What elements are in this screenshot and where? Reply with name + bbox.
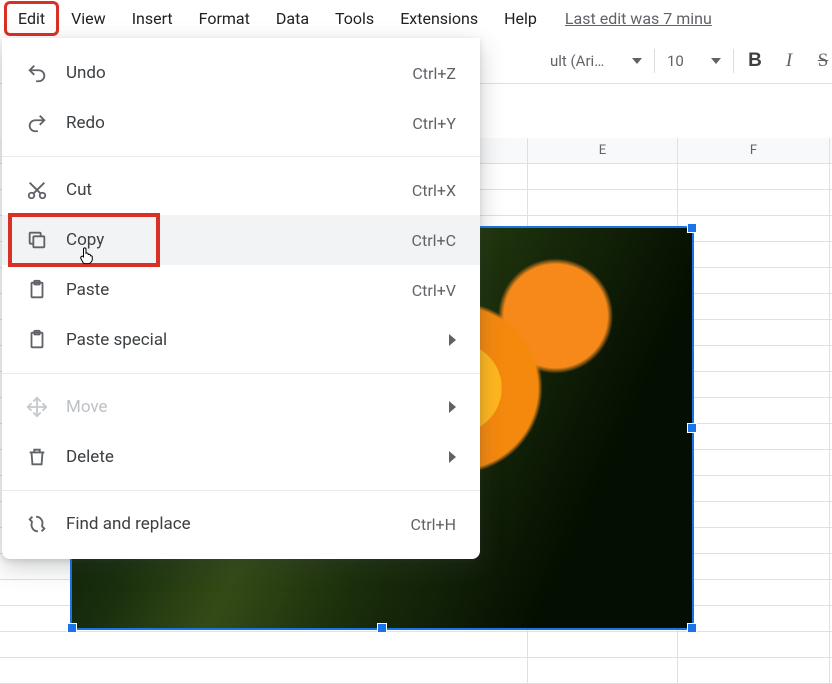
column-header-f[interactable]: F [678,138,830,163]
menu-item-cut[interactable]: Cut Ctrl+X [2,165,480,215]
menu-item-copy[interactable]: Copy Ctrl+C [2,215,480,265]
undo-icon [24,60,50,86]
menu-item-label: Paste special [66,330,441,350]
font-family-label: ult (Ari… [550,52,604,70]
menu-item-move: Move [2,382,480,432]
menu-insert[interactable]: Insert [120,3,185,34]
last-edit-link[interactable]: Last edit was 7 minu [565,9,712,28]
caret-down-icon [632,58,642,64]
move-icon [24,394,50,420]
menu-item-shortcut: Ctrl+Z [412,64,456,83]
edit-menu-dropdown: Undo Ctrl+Z Redo Ctrl+Y Cut Ctrl+X Copy … [2,38,480,559]
font-family-select[interactable]: ult (Ari… [542,48,650,74]
bold-button[interactable]: B [738,44,772,78]
resize-handle-bl[interactable] [67,623,77,633]
menu-separator [2,490,480,491]
menu-format[interactable]: Format [187,3,262,34]
menu-item-label: Move [66,397,441,417]
menu-item-label: Paste [66,280,412,300]
redo-icon [24,110,50,136]
menu-item-undo[interactable]: Undo Ctrl+Z [2,48,480,98]
toolbar-separator [733,49,734,73]
column-header-e[interactable]: E [528,138,678,163]
menu-help[interactable]: Help [492,3,549,34]
menu-item-shortcut: Ctrl+Y [412,114,456,133]
submenu-arrow-icon [449,401,456,413]
italic-button[interactable]: I [772,44,806,78]
paste-icon [24,277,50,303]
menu-item-paste-special[interactable]: Paste special [2,315,480,365]
menu-item-paste[interactable]: Paste Ctrl+V [2,265,480,315]
font-size-value: 10 [667,52,684,70]
menu-view[interactable]: View [59,3,118,34]
toolbar-separator [654,49,655,73]
menubar: Edit View Insert Format Data Tools Exten… [0,0,832,38]
delete-icon [24,444,50,470]
menu-item-shortcut: Ctrl+C [412,231,456,250]
font-size-select[interactable]: 10 [659,48,729,74]
find-replace-icon [24,511,50,537]
menu-item-shortcut: Ctrl+X [412,181,456,200]
cut-icon [24,177,50,203]
menu-item-delete[interactable]: Delete [2,432,480,482]
menu-separator [2,156,480,157]
resize-handle-mr[interactable] [687,423,697,433]
menu-item-label: Cut [66,180,412,200]
menu-item-label: Find and replace [66,514,411,534]
menu-item-redo[interactable]: Redo Ctrl+Y [2,98,480,148]
submenu-arrow-icon [449,334,456,346]
submenu-arrow-icon [449,451,456,463]
menu-item-label: Undo [66,63,412,83]
menu-extensions[interactable]: Extensions [388,3,490,34]
menu-item-shortcut: Ctrl+V [412,281,456,300]
strikethrough-button[interactable]: S [806,44,832,78]
menu-item-label: Redo [66,113,412,133]
paste-special-icon [24,327,50,353]
menu-separator [2,373,480,374]
menu-item-find-replace[interactable]: Find and replace Ctrl+H [2,499,480,549]
menu-item-label: Copy [66,230,412,250]
menu-data[interactable]: Data [264,3,321,34]
resize-handle-bm[interactable] [377,623,387,633]
copy-icon [24,227,50,253]
menu-tools[interactable]: Tools [323,3,386,34]
menu-item-shortcut: Ctrl+H [411,515,456,534]
caret-down-icon [711,58,721,64]
resize-handle-br[interactable] [687,623,697,633]
menu-edit[interactable]: Edit [6,3,57,34]
resize-handle-tr[interactable] [687,223,697,233]
menu-item-label: Delete [66,447,441,467]
